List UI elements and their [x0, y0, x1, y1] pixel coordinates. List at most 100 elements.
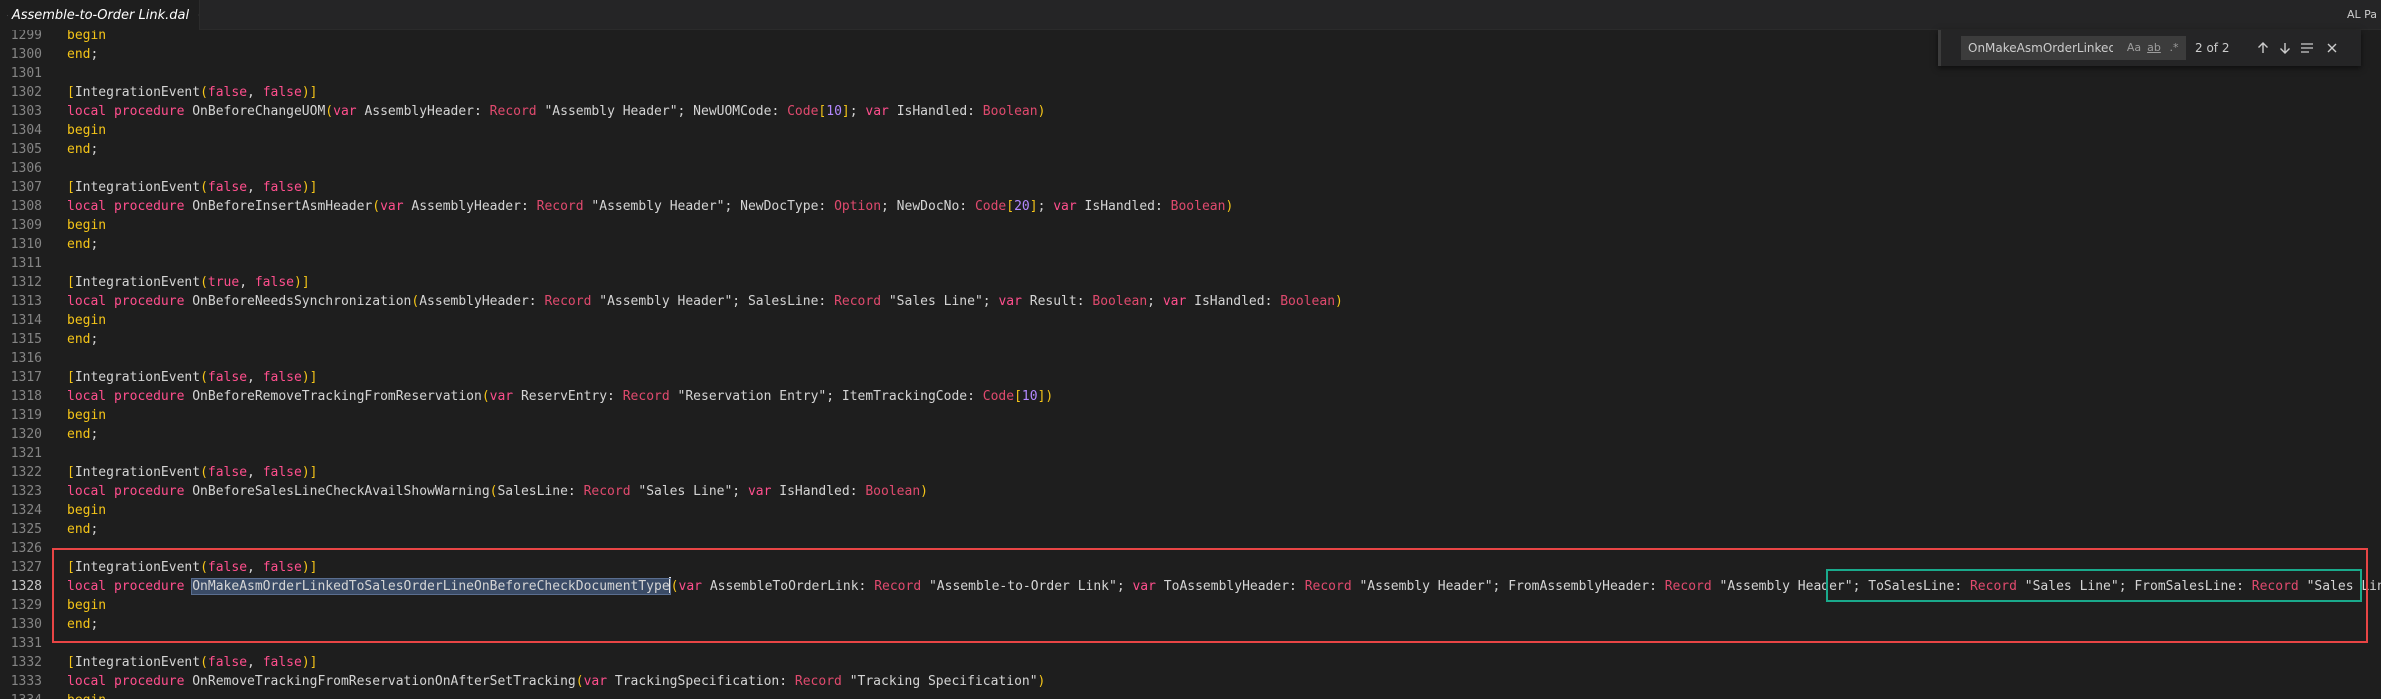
- code-text: [IntegrationEvent(false, false)]: [67, 368, 317, 387]
- code-token: ;: [90, 522, 107, 537]
- code-token: ,: [247, 370, 263, 385]
- line-number: 1334: [0, 691, 42, 699]
- code-token: "Assembly Header"; NewDocType:: [591, 199, 835, 214]
- close-find-icon[interactable]: [2324, 40, 2340, 56]
- code-line[interactable]: 1334 begin: [0, 691, 2381, 699]
- code-line[interactable]: 1317 [IntegrationEvent(false, false)]: [0, 368, 2381, 387]
- code-line[interactable]: 1314 begin: [0, 311, 2381, 330]
- code-line[interactable]: 1333 local procedure OnRemoveTrackingFrom…: [0, 672, 2381, 691]
- code-token: false: [207, 180, 248, 195]
- code-line[interactable]: 1318 local procedure OnBeforeRemoveTracki…: [0, 387, 2381, 406]
- code-line[interactable]: 1306: [0, 159, 2381, 178]
- code-token: var: [380, 199, 412, 214]
- match-case-toggle[interactable]: Aa: [2126, 40, 2142, 56]
- code-line[interactable]: 1305 end;: [0, 140, 2381, 159]
- line-number: 1309: [10, 218, 42, 233]
- code-token: 10: [826, 104, 842, 119]
- code-token: Record: [544, 294, 600, 309]
- close-icon[interactable]: [198, 9, 199, 21]
- arrow-up-icon[interactable]: [2255, 40, 2271, 56]
- code-text: end;: [67, 45, 106, 64]
- code-token: false: [262, 180, 302, 195]
- code-token: "Sales Line";: [888, 294, 999, 309]
- line-number: 1330: [10, 617, 42, 632]
- tab-assemble-to-order-link[interactable]: Assemble-to-Order Link.dal: [0, 0, 200, 30]
- code-line[interactable]: 1313 local procedure OnBeforeNeedsSynchro…: [0, 292, 2381, 311]
- code-line[interactable]: 1321: [0, 444, 2381, 463]
- code-token: ]: [309, 465, 318, 480]
- code-line[interactable]: 1304 begin: [0, 121, 2381, 140]
- code-token: ;: [1037, 199, 1054, 214]
- code-line[interactable]: 1315 end;: [0, 330, 2381, 349]
- code-token: begin: [67, 218, 107, 233]
- code-token: ,: [247, 465, 263, 480]
- code-line[interactable]: 1320 end;: [0, 425, 2381, 444]
- code-line[interactable]: 1309 begin: [0, 216, 2381, 235]
- list-icon: [7, 14, 8, 16]
- code-token: false: [254, 275, 294, 290]
- code-token: IntegrationEvent: [74, 85, 201, 100]
- regex-toggle[interactable]: .*: [2166, 40, 2182, 56]
- line-number: 1327: [10, 560, 42, 575]
- code-line[interactable]: 1325 end;: [0, 520, 2381, 539]
- line-number: 1331: [10, 636, 42, 651]
- code-token: ): [1037, 674, 1046, 689]
- find-in-selection-icon[interactable]: [2299, 40, 2315, 56]
- code-token: IsHandled:: [1194, 294, 1281, 309]
- whole-word-toggle[interactable]: ab: [2146, 40, 2162, 56]
- code-token: OnBeforeInsertAsmHeader: [192, 199, 373, 214]
- code-token: false: [207, 85, 248, 100]
- code-text: begin: [67, 691, 106, 699]
- code-text: begin: [67, 216, 106, 235]
- code-line[interactable]: 1332 [IntegrationEvent(false, false)]: [0, 653, 2381, 672]
- line-number: 1318: [10, 389, 42, 404]
- code-text: local procedure OnRemoveTrackingFromRese…: [67, 672, 1045, 691]
- code-line[interactable]: 1307 [IntegrationEvent(false, false)]: [0, 178, 2381, 197]
- code-line[interactable]: 1323 local procedure OnBeforeSalesLineChe…: [0, 482, 2381, 501]
- code-line[interactable]: 1322 [IntegrationEvent(false, false)]: [0, 463, 2381, 482]
- find-options: Aa ab .*: [2126, 40, 2182, 56]
- code-token: var: [489, 389, 521, 404]
- code-token: Result:: [1029, 294, 1093, 309]
- line-number: 1332: [10, 655, 42, 670]
- code-token: ]: [309, 180, 318, 195]
- code-token: Record: [834, 294, 889, 309]
- code-token: "Sales Line";: [638, 484, 748, 499]
- code-line[interactable]: 1303 local procedure OnBeforeChangeUOM(va…: [0, 102, 2381, 121]
- code-line[interactable]: 1310 end;: [0, 235, 2381, 254]
- code-line[interactable]: 1308 local procedure OnBeforeInsertAsmHea…: [0, 197, 2381, 216]
- code-text: local procedure OnBeforeRemoveTrackingFr…: [67, 387, 1053, 406]
- code-token: Boolean: [1170, 199, 1226, 214]
- code-line[interactable]: 1324 begin: [0, 501, 2381, 520]
- line-number: 1314: [10, 313, 42, 328]
- code-line[interactable]: 1311: [0, 254, 2381, 273]
- code-token: ): [1335, 294, 1343, 309]
- code-text: end;: [67, 425, 106, 444]
- code-text: begin: [67, 121, 106, 140]
- code-token: ; NewDocNo:: [881, 199, 975, 214]
- code-token: ;: [90, 47, 107, 62]
- code-token: local procedure: [67, 199, 193, 214]
- line-number: 1329: [10, 598, 42, 613]
- code-token: "Reservation Entry"; ItemTrackingCode:: [677, 389, 983, 404]
- line-number: 1308: [10, 199, 42, 214]
- code-token: Boolean: [1280, 294, 1336, 309]
- line-number: 1300: [10, 47, 42, 62]
- code-token: ): [301, 655, 310, 670]
- arrow-down-icon[interactable]: [2277, 40, 2293, 56]
- code-token: end: [67, 332, 91, 347]
- code-line[interactable]: 1316: [0, 349, 2381, 368]
- code-line[interactable]: 1302 [IntegrationEvent(false, false)]: [0, 83, 2381, 102]
- code-token: (: [200, 655, 208, 670]
- code-token: IntegrationEvent: [74, 275, 201, 290]
- code-token: false: [262, 370, 302, 385]
- code-token: (: [200, 85, 208, 100]
- code-token: [: [67, 85, 75, 100]
- code-token: ;: [90, 142, 107, 157]
- code-token: SalesLine:: [497, 484, 584, 499]
- code-token: ,: [247, 85, 263, 100]
- code-line[interactable]: 1301: [0, 64, 2381, 83]
- code-line[interactable]: 1312 [IntegrationEvent(true, false)]: [0, 273, 2381, 292]
- code-token: ): [301, 180, 310, 195]
- code-line[interactable]: 1319 begin: [0, 406, 2381, 425]
